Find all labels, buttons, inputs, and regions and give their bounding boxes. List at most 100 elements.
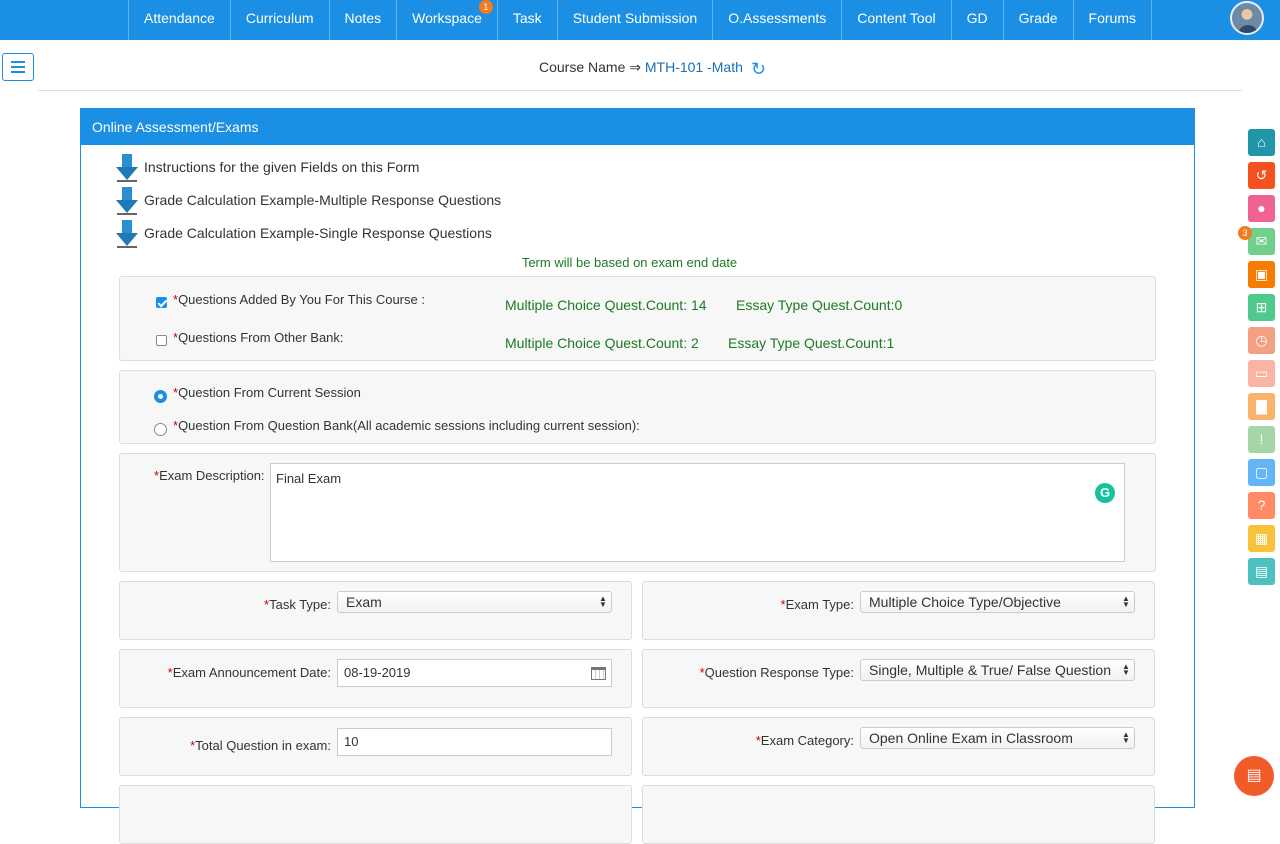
sidebar-bar-chart-button[interactable]: ▇ (1248, 393, 1275, 420)
refresh-icon[interactable]: ↻ (751, 59, 769, 79)
exam-type-label-text: Exam Type: (785, 597, 854, 612)
announcement-date-input[interactable]: 08-19-2019 (337, 659, 612, 687)
nav-tab-o-assessments[interactable]: O.Assessments (713, 0, 843, 40)
sidebar-calendar-button[interactable]: ▦ (1248, 525, 1275, 552)
divider (38, 90, 1242, 91)
sidebar-folder-button[interactable]: ▢ (1248, 459, 1275, 486)
nav-tab-attendance[interactable]: Attendance (129, 0, 231, 40)
nav-tab-curriculum[interactable]: Curriculum (231, 0, 330, 40)
other-essay-count: Essay Type Quest.Count:1 (728, 335, 895, 351)
current-session-radio[interactable] (154, 390, 167, 403)
nav-tab-label: Content Tool (857, 10, 936, 26)
own-questions-checkbox[interactable] (156, 297, 167, 308)
course-name-prefix: Course Name ⇒ (539, 59, 645, 75)
grade-calc-single-link[interactable]: Grade Calculation Example-Single Respons… (115, 220, 492, 248)
grade-calc-multiple-link[interactable]: Grade Calculation Example-Multiple Respo… (115, 187, 502, 215)
instructions-link-label: Instructions for the given Fields on thi… (144, 159, 420, 175)
help-icon: ? (1257, 497, 1266, 513)
sidebar-book-button[interactable]: ▤ (1248, 558, 1275, 585)
task-type-label: *Task Type: (264, 597, 331, 612)
sidebar-card-button[interactable]: ▭ (1248, 360, 1275, 387)
nav-tab-gd[interactable]: GD (952, 0, 1004, 40)
menu-line (11, 66, 25, 68)
sidebar-help-button[interactable]: ? (1248, 492, 1275, 519)
exam-description-label: *Exam Description: (154, 468, 265, 483)
response-type-label: *Question Response Type: (700, 665, 854, 680)
sidebar-mail-button[interactable]: ✉ (1248, 228, 1275, 255)
sidebar-monitor-add-button[interactable]: ⊞ (1248, 294, 1275, 321)
total-questions-label: *Total Question in exam: (190, 738, 331, 753)
menu-line (11, 61, 25, 63)
contact-card-icon: ▣ (1254, 266, 1269, 282)
nav-tab-task[interactable]: Task (498, 0, 558, 40)
grammarly-icon[interactable]: G (1095, 483, 1115, 503)
bar-chart-icon: ▇ (1256, 398, 1267, 414)
nav-tab-label: Forums (1088, 10, 1136, 26)
question-bank-label: *Question From Question Bank(All academi… (173, 418, 640, 433)
avatar[interactable] (1230, 1, 1264, 35)
current-session-label-text: Question From Current Session (178, 385, 361, 400)
sidebar-contact-card-button[interactable]: ▣ (1248, 261, 1275, 288)
announcement-date-label-text: Exam Announcement Date: (172, 665, 331, 680)
exam-category-value: Open Online Exam in Classroom (869, 730, 1073, 746)
card-icon: ▭ (1254, 365, 1269, 381)
notification-badge: 1 (478, 0, 493, 14)
nav-tab-student-submission[interactable]: Student Submission (558, 0, 714, 40)
total-questions-box: *Total Question in exam: 10 (119, 717, 632, 776)
other-bank-label-text: Questions From Other Bank: (178, 330, 344, 345)
grade-calc-single-label: Grade Calculation Example-Single Respons… (144, 225, 492, 241)
question-source-box: *Questions Added By You For This Course … (119, 276, 1156, 361)
task-type-select[interactable]: Exam ▲ ▼ (337, 591, 612, 613)
sidebar-home-button[interactable]: ⌂ (1248, 129, 1275, 156)
announcement-date-box: *Exam Announcement Date: 08-19-2019 (119, 649, 632, 708)
nav-tab-content-tool[interactable]: Content Tool (842, 0, 952, 40)
sidebar-clock-button[interactable]: ◷ (1248, 327, 1275, 354)
nav-tab-label: Curriculum (245, 10, 314, 26)
down-arrow-icon (116, 220, 138, 248)
question-bank-radio[interactable] (154, 423, 167, 436)
own-essay-count: Essay Type Quest.Count:0 (736, 297, 903, 313)
response-type-select[interactable]: Single, Multiple & True/ False Question ▲… (860, 659, 1135, 681)
sidebar-refresh-button[interactable]: ↺ (1248, 162, 1275, 189)
total-questions-value: 10 (344, 734, 359, 749)
course-name-link[interactable]: MTH-101 -Math (645, 59, 743, 75)
floating-action-button[interactable]: ▤ (1234, 756, 1274, 796)
down-arrow-icon (116, 154, 138, 182)
nav-tab-forums[interactable]: Forums (1074, 0, 1152, 40)
top-nav: Attendance Curriculum Notes Workspace 1 Task S… (0, 0, 1280, 40)
nav-tab-label: Workspace (412, 10, 482, 26)
calendar-icon[interactable] (591, 667, 606, 680)
folder-icon: ▢ (1254, 464, 1269, 480)
announcement-date-value: 08-19-2019 (344, 665, 411, 680)
session-box: *Question From Current Session *Question… (119, 370, 1156, 444)
home-icon: ⌂ (1257, 134, 1266, 150)
other-bank-checkbox[interactable] (156, 335, 167, 346)
next-row-box-right (642, 785, 1155, 844)
select-caret-icon: ▲ ▼ (1122, 730, 1130, 745)
clock-icon: ◷ (1255, 332, 1268, 348)
exam-type-value: Multiple Choice Type/Objective (869, 594, 1061, 610)
panel-title: Online Assessment/Exams (81, 108, 1194, 145)
task-type-value: Exam (346, 594, 382, 610)
nav-tab-grade[interactable]: Grade (1004, 0, 1074, 40)
nav-tab-label: Task (512, 10, 542, 26)
response-type-box: *Question Response Type: Single, Multipl… (642, 649, 1155, 708)
nav-tab-notes[interactable]: Notes (330, 0, 398, 40)
exam-type-label: *Exam Type: (781, 597, 854, 612)
mail-icon: ✉ (1255, 233, 1268, 249)
select-caret-icon: ▲ ▼ (1122, 594, 1130, 609)
exam-description-textarea[interactable]: Final Exam (270, 463, 1125, 562)
exam-type-select[interactable]: Multiple Choice Type/Objective ▲ ▼ (860, 591, 1135, 613)
instructions-link[interactable]: Instructions for the given Fields on thi… (115, 154, 420, 182)
task-type-box: *Task Type: Exam ▲ ▼ (119, 581, 632, 640)
select-caret-icon: ▲ ▼ (599, 594, 607, 609)
nav-tab-workspace[interactable]: Workspace 1 (397, 0, 498, 40)
exam-category-select[interactable]: Open Online Exam in Classroom ▲ ▼ (860, 727, 1135, 749)
total-questions-input[interactable]: 10 (337, 728, 612, 756)
grade-calc-multiple-label: Grade Calculation Example-Multiple Respo… (144, 192, 502, 208)
sidebar-alert-button[interactable]: ! (1248, 426, 1275, 453)
sidebar-profile-button[interactable]: ● (1248, 195, 1275, 222)
hamburger-menu-button[interactable] (2, 53, 34, 81)
next-row-box-left (119, 785, 632, 844)
nav-tab-label: Student Submission (572, 10, 698, 26)
